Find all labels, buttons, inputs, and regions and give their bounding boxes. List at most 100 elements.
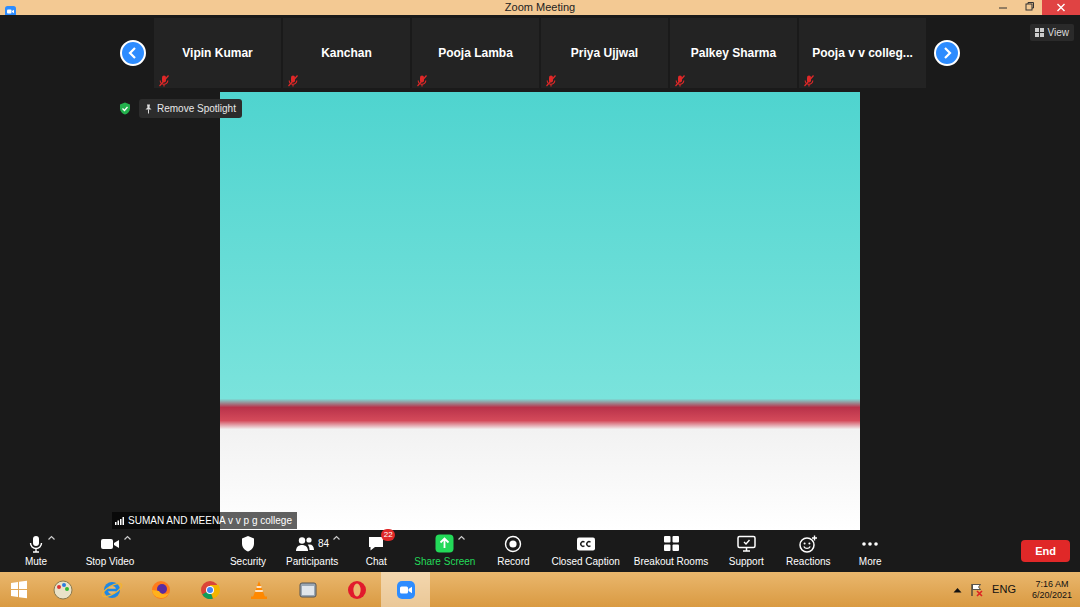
record-button[interactable]: Record (485, 530, 541, 572)
toolbar-label: Share Screen (414, 556, 475, 568)
toolbar-label: Chat (366, 556, 387, 568)
caret-up-icon[interactable] (124, 535, 131, 540)
share-screen-icon (435, 534, 454, 553)
participant-tile[interactable]: Palkey Sharma (670, 18, 797, 88)
participant-tile[interactable]: Pooja Lamba (412, 18, 539, 88)
next-page-button[interactable] (934, 40, 960, 66)
video-camera-icon (100, 537, 120, 551)
zoom-icon[interactable] (381, 572, 430, 607)
participant-tile[interactable]: Kanchan (283, 18, 410, 88)
internet-explorer-icon[interactable] (87, 572, 136, 607)
caret-up-icon[interactable] (48, 535, 55, 540)
previous-page-button[interactable] (120, 40, 146, 66)
participant-tile[interactable]: Priya Ujjwal (541, 18, 668, 88)
spotlight-control: Remove Spotlight (119, 99, 242, 118)
window-controls (990, 0, 1080, 15)
toolbar-label: Participants (286, 556, 338, 568)
show-hidden-icons-icon[interactable] (953, 587, 962, 593)
toolbar-label: Stop Video (86, 556, 135, 568)
participant-video-name: SUMAN AND MEENA v v p g college (128, 513, 292, 528)
restore-icon[interactable] (1016, 0, 1042, 15)
system-tray: ENG 7:16 AM6/20/2021 (953, 579, 1080, 601)
chrome-icon[interactable] (185, 572, 234, 607)
meeting-toolbar: Mute Stop Video Security 84 Participants 22 Ch… (0, 530, 1080, 572)
closed-caption-icon (576, 536, 596, 552)
toolbar-label: More (859, 556, 882, 568)
clock-time: 7:16 AM (1032, 579, 1072, 590)
minimize-icon[interactable] (990, 0, 1016, 15)
participant-tile[interactable]: Vipin Kumar (154, 18, 281, 88)
security-button[interactable]: Security (220, 530, 276, 572)
firefox-icon[interactable] (136, 572, 185, 607)
participants-button[interactable]: 84 Participants (282, 530, 342, 572)
input-language[interactable]: ENG (992, 581, 1016, 598)
toolbar-label: Mute (25, 556, 47, 568)
signal-bars-icon (115, 517, 124, 525)
windows-taskbar: ENG 7:16 AM6/20/2021 (0, 572, 1080, 607)
remove-spotlight-label: Remove Spotlight (157, 101, 236, 116)
toolbar-center-group: Security 84 Participants 22 Chat Share Screen… (220, 530, 898, 572)
toolbar-left-group: Mute Stop Video (8, 530, 142, 572)
participant-name: Pooja Lamba (438, 44, 513, 62)
three-dots-icon (861, 541, 879, 547)
stop-video-button[interactable]: Stop Video (78, 530, 142, 572)
more-button[interactable]: More (842, 530, 898, 572)
toolbar-label: Security (230, 556, 266, 568)
video-frame (220, 92, 860, 530)
closed-caption-button[interactable]: Closed Caption (547, 530, 623, 572)
chat-button[interactable]: 22 Chat (348, 530, 404, 572)
meeting-area: Vipin Kumar Kanchan Pooja Lamba Priya Ujjwa… (0, 15, 1080, 530)
toolbar-label: Reactions (786, 556, 830, 568)
participant-name: Vipin Kumar (182, 44, 252, 62)
toolbar-label: Support (729, 556, 764, 568)
muted-mic-icon (159, 72, 169, 84)
participant-name: Priya Ujjwal (571, 44, 638, 62)
grid-icon (1035, 28, 1044, 37)
muted-mic-icon (675, 72, 685, 84)
end-meeting-button[interactable]: End (1021, 540, 1070, 563)
app-window-icon[interactable] (283, 572, 332, 607)
unread-badge: 22 (381, 529, 395, 541)
support-icon (737, 535, 756, 552)
security-shield-icon (119, 102, 131, 115)
shield-icon (240, 535, 256, 553)
participant-count: 84 (318, 536, 329, 551)
title-bar: Zoom Meeting (0, 0, 1080, 15)
chevron-left-icon (128, 47, 138, 59)
pin-icon (144, 104, 153, 114)
caret-up-icon[interactable] (333, 535, 340, 540)
action-center-flag-icon[interactable] (970, 583, 984, 597)
reactions-button[interactable]: Reactions (780, 530, 836, 572)
windows-start-icon[interactable] (0, 572, 38, 607)
close-icon[interactable] (1042, 0, 1080, 15)
toolbar-label: Breakout Rooms (634, 556, 708, 568)
share-screen-button[interactable]: Share Screen (410, 530, 479, 572)
muted-mic-icon (804, 72, 814, 84)
opera-icon[interactable] (332, 572, 381, 607)
mic-icon (28, 535, 44, 553)
view-label: View (1048, 25, 1070, 40)
participant-tile[interactable]: Pooja v v colleg... (799, 18, 926, 88)
muted-mic-icon (546, 72, 556, 84)
paint-icon[interactable] (38, 572, 87, 607)
muted-mic-icon (417, 72, 427, 84)
taskbar-clock[interactable]: 7:16 AM6/20/2021 (1032, 579, 1072, 601)
toolbar-label: Closed Caption (551, 556, 619, 568)
chevron-right-icon (942, 47, 952, 59)
remove-spotlight-button[interactable]: Remove Spotlight (139, 99, 242, 118)
record-icon (504, 535, 522, 553)
clock-date: 6/20/2021 (1032, 590, 1072, 601)
participant-tiles: Vipin Kumar Kanchan Pooja Lamba Priya Ujjwa… (154, 18, 926, 88)
participant-strip: Vipin Kumar Kanchan Pooja Lamba Priya Ujjwa… (0, 15, 1080, 88)
people-icon (295, 536, 315, 552)
breakout-rooms-button[interactable]: Breakout Rooms (630, 530, 712, 572)
window-title: Zoom Meeting (505, 0, 575, 15)
mute-button[interactable]: Mute (8, 530, 64, 572)
vlc-icon[interactable] (234, 572, 283, 607)
breakout-rooms-icon (663, 535, 680, 552)
view-button[interactable]: View (1030, 24, 1075, 41)
participant-name: Palkey Sharma (691, 44, 776, 62)
caret-up-icon[interactable] (458, 535, 465, 540)
support-button[interactable]: Support (718, 530, 774, 572)
toolbar-label: Record (497, 556, 529, 568)
